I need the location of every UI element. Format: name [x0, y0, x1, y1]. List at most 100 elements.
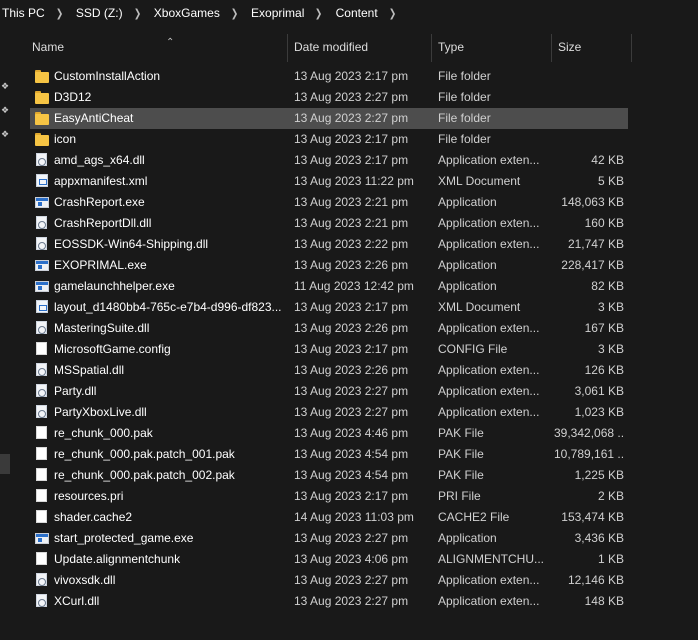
file-name: re_chunk_000.pak.patch_002.pak	[54, 468, 235, 482]
file-date-modified: 13 Aug 2023 11:22 pm	[294, 174, 414, 188]
file-row[interactable]: CrashReportDll.dll 13 Aug 2023 2:21 pm App…	[30, 213, 628, 234]
file-date-modified: 13 Aug 2023 2:26 pm	[294, 321, 409, 335]
dll-icon	[36, 153, 47, 166]
address-bar[interactable]: This PC ❯ SSD (Z:) ❯ XboxGames ❯ Exoprimal ❯ Con…	[0, 0, 698, 26]
file-row[interactable]: CustomInstallAction 13 Aug 2023 2:17 pm Fi…	[30, 66, 628, 87]
column-header-size[interactable]: Size	[552, 34, 632, 62]
file-row[interactable]: layout_d1480bb4-765c-e7b4-d996-df823... 1…	[30, 297, 628, 318]
file-row[interactable]: MasteringSuite.dll 13 Aug 2023 2:26 pm App…	[30, 318, 628, 339]
file-date-modified: 13 Aug 2023 2:27 pm	[294, 90, 409, 104]
file-size: 10,789,161 ...	[554, 447, 624, 461]
file-name: layout_d1480bb4-765c-e7b4-d996-df823...	[54, 300, 282, 314]
file-type: Application	[438, 258, 497, 272]
file-icon	[36, 510, 47, 523]
column-header-type[interactable]: Type	[432, 34, 552, 62]
file-type: File folder	[438, 132, 491, 146]
file-row[interactable]: Party.dll 13 Aug 2023 2:27 pm Application …	[30, 381, 628, 402]
nav-selected-item[interactable]	[0, 454, 10, 474]
navigation-pane: ❖ ❖ ❖	[0, 26, 12, 640]
file-type: Application	[438, 195, 497, 209]
file-row[interactable]: re_chunk_000.pak.patch_002.pak 13 Aug 202…	[30, 465, 628, 486]
file-type: Application exten...	[438, 384, 540, 398]
file-size: 3 KB	[597, 300, 624, 314]
file-date-modified: 13 Aug 2023 2:21 pm	[294, 195, 409, 209]
file-size: 148,063 KB	[561, 195, 624, 209]
file-date-modified: 14 Aug 2023 11:03 pm	[294, 510, 414, 524]
breadcrumb-item[interactable]: XboxGames	[152, 6, 220, 20]
column-header-date[interactable]: Date modified	[288, 34, 432, 62]
file-row[interactable]: EOSSDK-Win64-Shipping.dll 13 Aug 2023 2:2…	[30, 234, 628, 255]
file-name: EOSSDK-Win64-Shipping.dll	[54, 237, 209, 251]
file-date-modified: 13 Aug 2023 2:27 pm	[294, 111, 409, 125]
chevron-right-icon[interactable]: ❯	[223, 7, 246, 20]
file-date-modified: 13 Aug 2023 4:46 pm	[294, 426, 409, 440]
breadcrumb-item[interactable]: This PC	[0, 6, 45, 20]
file-row[interactable]: start_protected_game.exe 13 Aug 2023 2:27…	[30, 528, 628, 549]
file-row[interactable]: amd_ags_x64.dll 13 Aug 2023 2:17 pm Applic…	[30, 150, 628, 171]
breadcrumb-item[interactable]: Exoprimal	[249, 6, 304, 20]
file-icon	[36, 489, 47, 502]
column-header-name[interactable]: Name ⌃	[26, 34, 288, 62]
file-date-modified: 13 Aug 2023 4:54 pm	[294, 447, 409, 461]
file-row[interactable]: gamelaunchhelper.exe 11 Aug 2023 12:42 pm…	[30, 276, 628, 297]
file-row[interactable]: re_chunk_000.pak 13 Aug 2023 4:46 pm PAK F…	[30, 423, 628, 444]
file-row[interactable]: EXOPRIMAL.exe 13 Aug 2023 2:26 pm Applicat…	[30, 255, 628, 276]
file-size: 2 KB	[597, 489, 624, 503]
dll-icon	[36, 363, 47, 376]
file-name: re_chunk_000.pak	[54, 426, 153, 440]
file-icon	[36, 447, 47, 460]
file-type: Application	[438, 531, 497, 545]
file-size: 1 KB	[597, 552, 624, 566]
file-type: PAK File	[438, 426, 484, 440]
column-header-name-label: Name	[32, 40, 65, 54]
file-row[interactable]: icon 13 Aug 2023 2:17 pm File folder	[30, 129, 628, 150]
file-date-modified: 13 Aug 2023 2:17 pm	[294, 69, 409, 83]
file-row[interactable]: XCurl.dll 13 Aug 2023 2:27 pm Application …	[30, 591, 628, 612]
file-row[interactable]: resources.pri 13 Aug 2023 2:17 pm PRI File…	[30, 486, 628, 507]
chevron-right-icon[interactable]: ❯	[381, 7, 404, 20]
dll-icon	[36, 384, 47, 397]
breadcrumb-item[interactable]: SSD (Z:)	[74, 6, 123, 20]
breadcrumb-item[interactable]: Content	[334, 6, 378, 20]
file-name: vivoxsdk.dll	[54, 573, 116, 587]
file-name: MSSpatial.dll	[54, 363, 125, 377]
file-row[interactable]: PartyXboxLive.dll 13 Aug 2023 2:27 pm Appl…	[30, 402, 628, 423]
file-size: 42 KB	[591, 153, 624, 167]
file-row[interactable]: MSSpatial.dll 13 Aug 2023 2:26 pm Applicat…	[30, 360, 628, 381]
exe-icon	[35, 281, 49, 292]
file-row[interactable]: CrashReport.exe 13 Aug 2023 2:21 pm Applic…	[30, 192, 628, 213]
chevron-right-icon[interactable]: ❯	[307, 7, 330, 20]
file-name: XCurl.dll	[54, 594, 100, 608]
file-row[interactable]: re_chunk_000.pak.patch_001.pak 13 Aug 202…	[30, 444, 628, 465]
file-size: 3 KB	[597, 342, 624, 356]
file-size: 5 KB	[597, 174, 624, 188]
file-row[interactable]: D3D12 13 Aug 2023 2:27 pm File folder	[30, 87, 628, 108]
file-row[interactable]: Update.alignmentchunk 13 Aug 2023 4:06 pm…	[30, 549, 628, 570]
file-name: re_chunk_000.pak.patch_001.pak	[54, 447, 235, 461]
exe-icon	[35, 260, 49, 271]
chevron-right-icon[interactable]: ❯	[48, 7, 71, 20]
file-name: gamelaunchhelper.exe	[54, 279, 175, 293]
column-header-type-label: Type	[438, 40, 465, 54]
folder-icon	[35, 133, 49, 147]
chevron-right-icon[interactable]: ❯	[126, 7, 149, 20]
column-header-row: Name ⌃ Date modified Type Size	[12, 34, 698, 62]
file-row[interactable]: appxmanifest.xml 13 Aug 2023 11:22 pm XML …	[30, 171, 628, 192]
file-size: 1,023 KB	[574, 405, 624, 419]
file-type: XML Document	[438, 300, 521, 314]
file-type: PAK File	[438, 447, 484, 461]
file-date-modified: 13 Aug 2023 2:22 pm	[294, 237, 409, 251]
file-date-modified: 13 Aug 2023 2:27 pm	[294, 405, 409, 419]
file-row[interactable]: MicrosoftGame.config 13 Aug 2023 2:17 pm C…	[30, 339, 628, 360]
file-row[interactable]: vivoxsdk.dll 13 Aug 2023 2:27 pm Applicati…	[30, 570, 628, 591]
file-row[interactable]: shader.cache2 14 Aug 2023 11:03 pm CACHE2 …	[30, 507, 628, 528]
file-date-modified: 13 Aug 2023 2:27 pm	[294, 594, 409, 608]
file-name: CrashReportDll.dll	[54, 216, 152, 230]
file-name: D3D12	[54, 90, 92, 104]
file-size: 1,225 KB	[574, 468, 624, 482]
file-size: 12,146 KB	[567, 573, 624, 587]
file-type: Application	[438, 279, 497, 293]
file-row[interactable]: EasyAntiCheat 13 Aug 2023 2:27 pm File fol…	[30, 108, 628, 129]
file-type: Application exten...	[438, 594, 540, 608]
file-size	[554, 108, 624, 129]
